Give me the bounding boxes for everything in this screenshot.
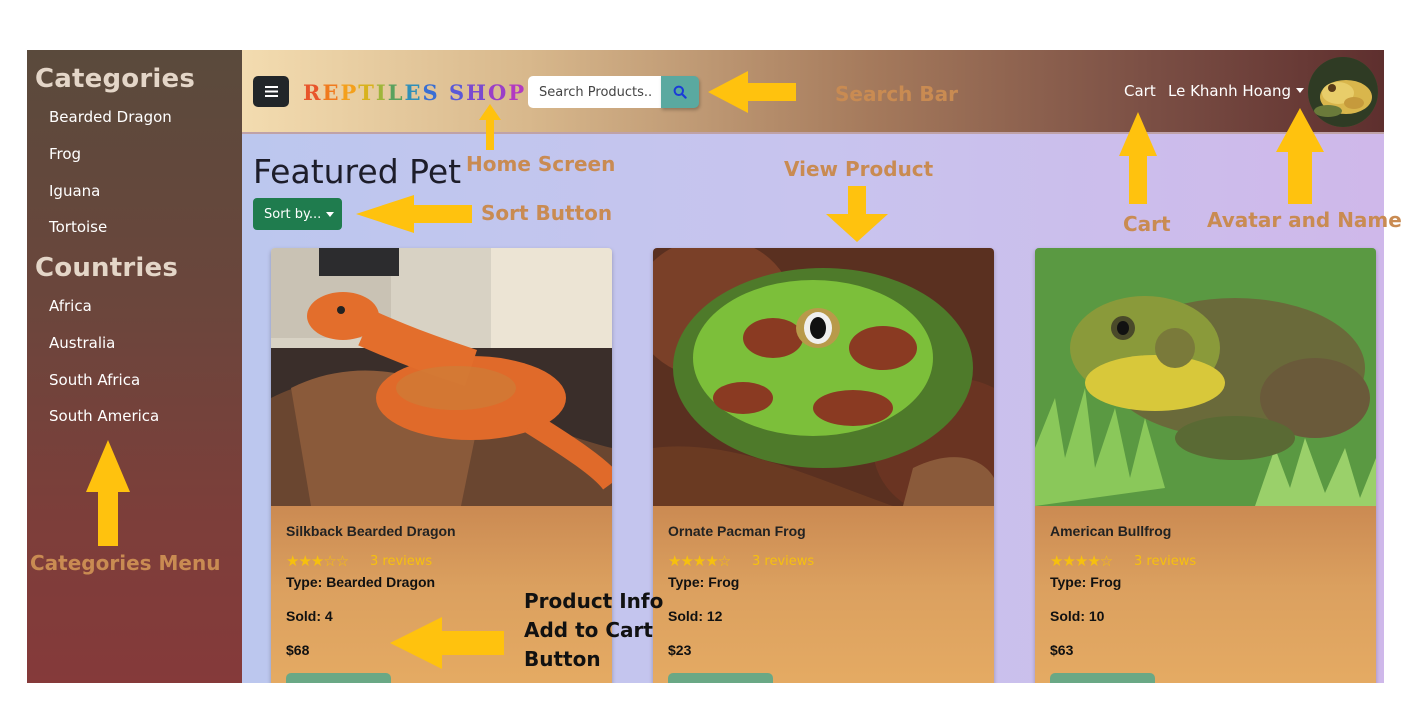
annotation-search-bar: Search Bar bbox=[835, 82, 958, 106]
search-icon bbox=[673, 85, 687, 99]
reviews-count: 3 reviews bbox=[1134, 554, 1197, 569]
add-to-cart-button[interactable] bbox=[286, 673, 391, 683]
annotation-categories-menu: Categories Menu bbox=[30, 551, 221, 575]
search-button[interactable] bbox=[661, 76, 699, 108]
add-to-cart-button[interactable] bbox=[1050, 673, 1155, 683]
categories-menu-arrow-icon bbox=[86, 440, 130, 546]
star-rating-icon: ★★★★☆ bbox=[668, 552, 731, 570]
annotation-product-info: Product Info Add to Cart Button bbox=[524, 587, 663, 674]
annotation-sort-button: Sort Button bbox=[481, 201, 613, 225]
product-type: Type: Bearded Dragon bbox=[286, 574, 436, 590]
annotation-product-info-line1: Product Info bbox=[524, 589, 664, 613]
brand-logo-link[interactable]: REPTILES SHOP bbox=[303, 80, 526, 105]
product-type: Type: Frog bbox=[668, 574, 740, 590]
product-sold: Sold: 12 bbox=[668, 608, 723, 624]
sort-button-arrow-icon bbox=[356, 195, 472, 233]
user-name: Le Khanh Hoang bbox=[1168, 82, 1292, 100]
sidebar-item-tortoise[interactable]: Tortoise bbox=[49, 218, 107, 236]
product-card[interactable]: American Bullfrog ★★★★☆ 3 reviews Type: … bbox=[1035, 248, 1376, 683]
annotation-cart: Cart bbox=[1123, 212, 1171, 236]
product-price: $68 bbox=[286, 642, 310, 658]
reviews-count: 3 reviews bbox=[370, 554, 433, 569]
user-menu-dropdown[interactable]: Le Khanh Hoang bbox=[1168, 82, 1305, 100]
cart-link[interactable]: Cart bbox=[1124, 82, 1156, 100]
sidebar-item-frog[interactable]: Frog bbox=[49, 145, 81, 163]
sidebar-item-south-america[interactable]: South America bbox=[49, 407, 159, 425]
bearded-dragon-image[interactable] bbox=[271, 248, 612, 506]
product-card[interactable]: Ornate Pacman Frog ★★★★☆ 3 reviews Type:… bbox=[653, 248, 994, 683]
sidebar-item-south-africa[interactable]: South Africa bbox=[49, 371, 140, 389]
sidebar-item-africa[interactable]: Africa bbox=[49, 297, 92, 315]
product-price: $23 bbox=[668, 642, 692, 658]
annotation-product-info-line2: Add to Cart bbox=[524, 618, 653, 642]
sidebar-item-iguana[interactable]: Iguana bbox=[49, 182, 100, 200]
sidebar-item-australia[interactable]: Australia bbox=[49, 334, 115, 352]
product-name[interactable]: American Bullfrog bbox=[1050, 523, 1171, 539]
sort-label: Sort by... bbox=[264, 206, 322, 222]
home-screen-arrow-icon bbox=[479, 104, 501, 150]
top-navbar: REPTILES SHOP Cart Le Khanh Hoang bbox=[242, 50, 1384, 134]
bullfrog-image[interactable] bbox=[1035, 248, 1376, 506]
annotation-product-info-line3: Button bbox=[524, 647, 601, 671]
app-window: Categories Bearded Dragon Frog Iguana To… bbox=[27, 50, 1384, 683]
product-sold: Sold: 10 bbox=[1050, 608, 1105, 624]
sidebar-item-bearded-dragon[interactable]: Bearded Dragon bbox=[49, 108, 172, 126]
categories-heading: Categories bbox=[35, 64, 196, 94]
pacman-frog-image[interactable] bbox=[653, 248, 994, 506]
product-sold: Sold: 4 bbox=[286, 608, 333, 624]
product-info: Ornate Pacman Frog ★★★★☆ 3 reviews Type:… bbox=[653, 506, 994, 683]
star-rating-icon: ★★★★☆ bbox=[1050, 552, 1113, 570]
search-bar-arrow-icon bbox=[708, 71, 796, 113]
countries-heading: Countries bbox=[35, 253, 179, 283]
view-product-arrow-icon bbox=[826, 186, 888, 242]
product-info-arrow-icon bbox=[390, 617, 504, 669]
add-to-cart-button[interactable] bbox=[668, 673, 773, 683]
product-name[interactable]: Ornate Pacman Frog bbox=[668, 523, 806, 539]
product-info: American Bullfrog ★★★★☆ 3 reviews Type: … bbox=[1035, 506, 1376, 683]
annotation-avatar-and-name: Avatar and Name bbox=[1207, 208, 1402, 232]
sort-dropdown-button[interactable]: Sort by... bbox=[253, 198, 342, 230]
chevron-down-icon bbox=[1296, 88, 1305, 93]
page-title: Featured Pet bbox=[253, 152, 462, 191]
chevron-down-icon bbox=[326, 211, 335, 217]
search-input[interactable] bbox=[528, 76, 662, 108]
annotation-home-screen: Home Screen bbox=[466, 152, 616, 176]
reviews-count: 3 reviews bbox=[752, 554, 815, 569]
menu-toggle-button[interactable] bbox=[253, 76, 289, 107]
cart-arrow-icon bbox=[1119, 112, 1157, 204]
product-type: Type: Frog bbox=[1050, 574, 1122, 590]
product-name[interactable]: Silkback Bearded Dragon bbox=[286, 523, 456, 539]
avatar-arrow-icon bbox=[1276, 108, 1324, 204]
star-rating-icon: ★★★☆☆ bbox=[286, 552, 349, 570]
product-price: $63 bbox=[1050, 642, 1074, 658]
hamburger-icon bbox=[264, 86, 278, 97]
categories-sidebar: Categories Bearded Dragon Frog Iguana To… bbox=[27, 50, 242, 683]
annotation-view-product: View Product bbox=[784, 157, 934, 181]
